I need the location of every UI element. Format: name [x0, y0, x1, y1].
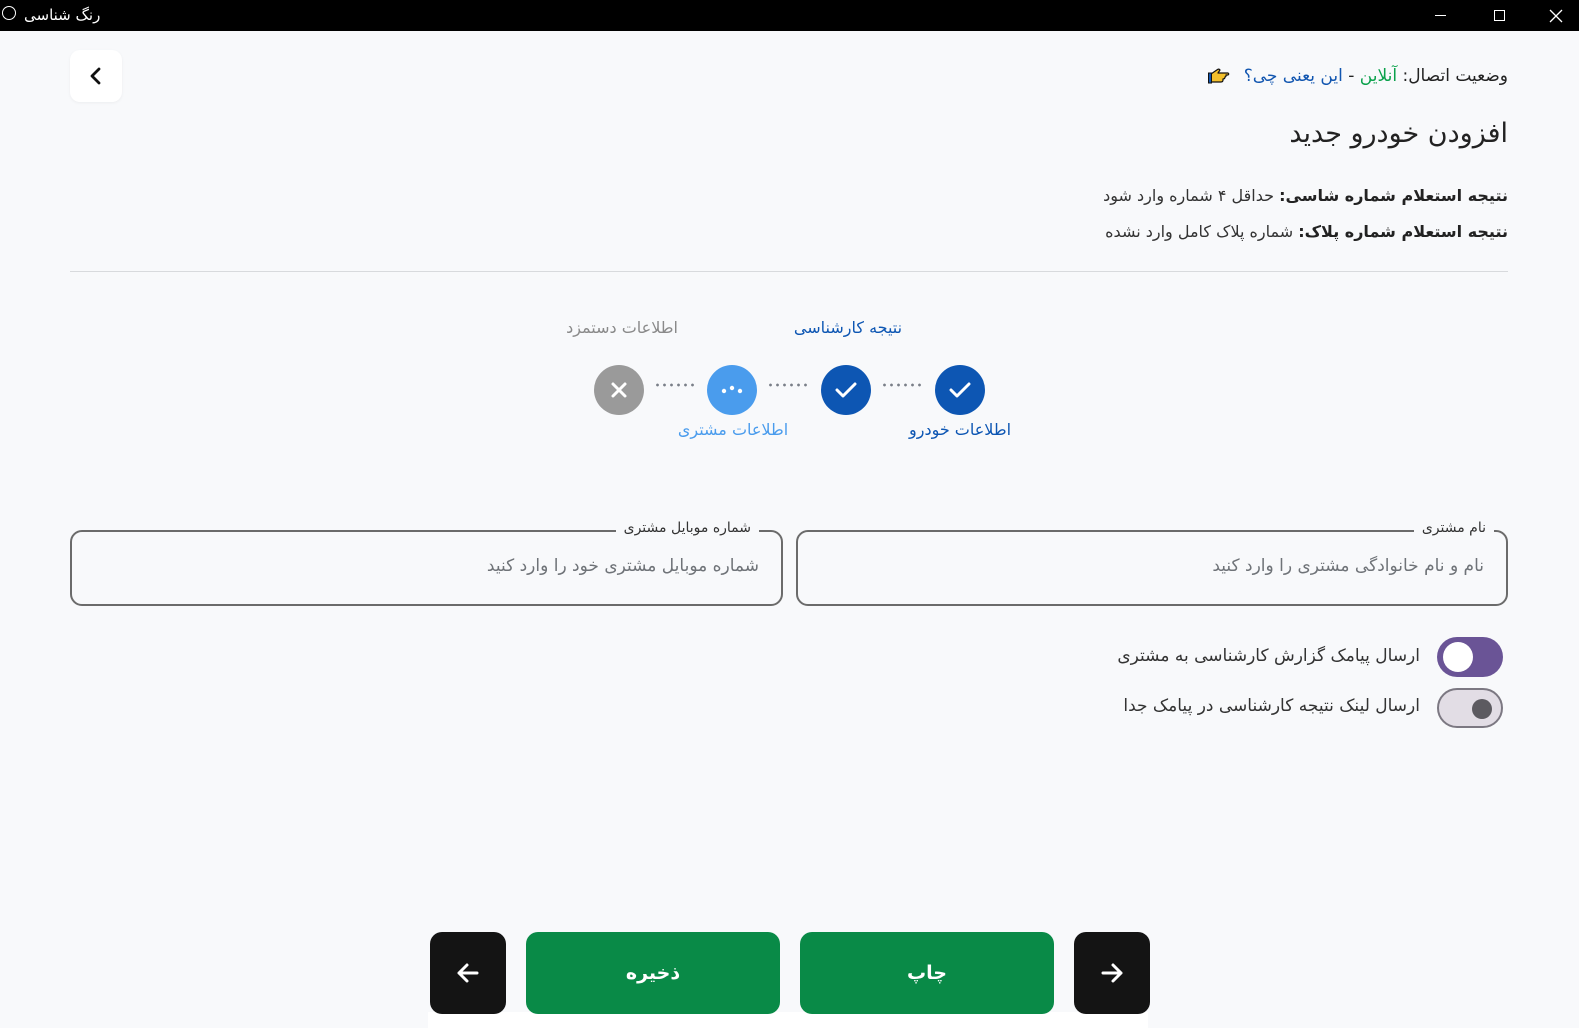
step-label-wage-info: اطلاعات دستمزد — [566, 318, 678, 337]
customer-name-field[interactable]: نام مشتری نام و نام خانوادگی مشتری را وا… — [796, 520, 1508, 606]
print-button[interactable]: چاپ — [800, 932, 1054, 1014]
step-vehicle-info[interactable] — [935, 365, 985, 415]
customer-mobile-input[interactable]: شماره موبایل مشتری خود را وارد کنید — [487, 556, 759, 576]
customer-name-input[interactable]: نام و نام خانوادگی مشتری را وارد کنید — [1212, 556, 1484, 576]
customer-mobile-label: شماره موبایل مشتری — [615, 520, 759, 536]
bottom-bar — [428, 1012, 1148, 1028]
step-customer-info[interactable] — [707, 365, 757, 415]
check-icon — [949, 382, 971, 398]
separate-link-toggle[interactable] — [1437, 688, 1503, 728]
arrow-left-icon — [457, 963, 479, 983]
toggle-knob — [1443, 642, 1473, 672]
save-button[interactable]: ذخیره — [526, 932, 780, 1014]
step-connector — [767, 380, 811, 390]
step-label-expert-result: نتیجه کارشناسی — [793, 318, 903, 337]
step-wage-info[interactable] — [594, 365, 644, 415]
customer-name-label: نام مشتری — [1413, 520, 1494, 536]
x-icon — [611, 382, 627, 398]
previous-button[interactable] — [430, 932, 506, 1014]
next-button[interactable] — [1074, 932, 1150, 1014]
step-connector — [881, 380, 925, 390]
step-label-customer-info: اطلاعات مشتری — [677, 420, 789, 439]
step-expert-result[interactable] — [821, 365, 871, 415]
step-label-vehicle-info: اطلاعات خودرو — [908, 420, 1012, 439]
sms-report-label: ارسال پیامک گزارش کارشناسی به مشتری — [1117, 646, 1420, 666]
customer-mobile-field[interactable]: شماره موبایل مشتری شماره موبایل مشتری خو… — [70, 520, 783, 606]
sms-report-toggle[interactable] — [1437, 637, 1503, 677]
check-icon — [835, 382, 857, 398]
separate-link-label: ارسال لینک نتیجه کارشناسی در پیامک جدا — [1123, 696, 1420, 716]
stepper: اطلاعات خودرو نتیجه کارشناسی اطلاعات مشت… — [0, 0, 1579, 460]
more-dots-icon — [721, 385, 743, 394]
step-connector — [654, 380, 698, 390]
arrow-right-icon — [1101, 963, 1123, 983]
toggle-knob — [1472, 699, 1492, 719]
